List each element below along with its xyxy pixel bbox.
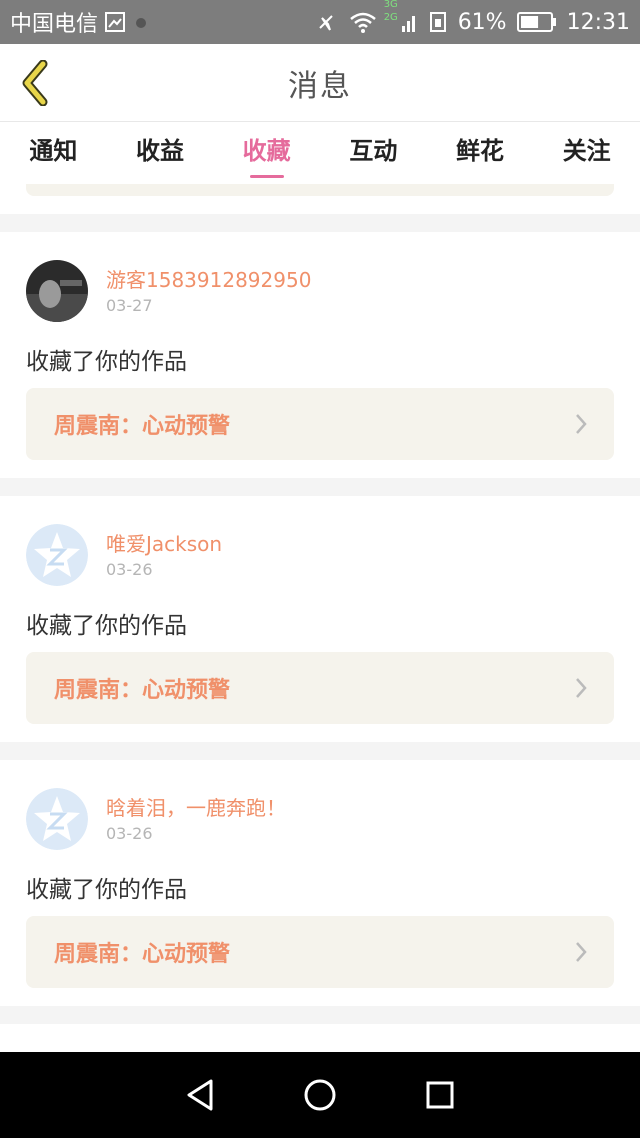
partial-card-bottom bbox=[0, 1024, 640, 1052]
tab-notifications[interactable]: 通知 bbox=[0, 122, 107, 184]
partial-work-link[interactable] bbox=[26, 184, 614, 196]
net-3g-label: 3G bbox=[383, 0, 398, 10]
username[interactable]: 唯爱Jackson bbox=[106, 528, 222, 557]
triangle-back-icon bbox=[187, 1079, 213, 1111]
nav-home-button[interactable] bbox=[300, 1075, 340, 1115]
list-item: 唯爱Jackson 03-26 收藏了你的作品 周震南：心动预警 bbox=[0, 496, 640, 742]
page-title: 消息 bbox=[288, 68, 352, 104]
chevron-right-icon bbox=[576, 942, 587, 962]
carrier-name: 中国电信 bbox=[10, 12, 99, 37]
message-feed[interactable]: 游客1583912892950 03-27 收藏了你的作品 周震南：心动预警 唯… bbox=[0, 184, 640, 1052]
username[interactable]: 晗着泪，一鹿奔跑！ bbox=[106, 792, 286, 821]
username[interactable]: 游客1583912892950 bbox=[106, 264, 311, 293]
tab-earnings[interactable]: 收益 bbox=[107, 122, 214, 184]
signal-icon: 3G 2G bbox=[384, 0, 418, 34]
carrier-group: 中国电信 bbox=[10, 6, 150, 38]
avatar[interactable] bbox=[26, 260, 88, 322]
tab-bar: 通知 收益 收藏 互动 鲜花 关注 bbox=[0, 122, 640, 184]
back-button[interactable] bbox=[14, 58, 58, 108]
nav-back-button[interactable] bbox=[180, 1075, 220, 1115]
list-item: 晗着泪，一鹿奔跑！ 03-26 收藏了你的作品 周震南：心动预警 bbox=[0, 760, 640, 1006]
chevron-right-icon bbox=[576, 414, 587, 434]
timestamp: 03-26 bbox=[106, 560, 153, 579]
action-text: 收藏了你的作品 bbox=[26, 349, 187, 375]
work-title: 周震南：心动预警 bbox=[54, 414, 231, 439]
wifi-icon bbox=[348, 10, 378, 34]
work-title: 周震南：心动预警 bbox=[54, 678, 231, 703]
square-recents-icon bbox=[426, 1081, 454, 1109]
system-nav-bar bbox=[0, 1052, 640, 1138]
default-star-avatar-icon bbox=[26, 788, 88, 850]
battery-percent: 61% bbox=[457, 9, 507, 35]
tab-interactions[interactable]: 互动 bbox=[320, 122, 427, 184]
partial-card-top bbox=[0, 184, 640, 214]
work-link[interactable]: 周震南：心动预警 bbox=[26, 388, 614, 460]
tab-flowers[interactable]: 鲜花 bbox=[427, 122, 534, 184]
timestamp: 03-27 bbox=[106, 296, 153, 315]
action-text: 收藏了你的作品 bbox=[26, 877, 187, 903]
status-bar: 中国电信 3G 2G 61% 12:31 bbox=[0, 0, 640, 44]
mute-icon bbox=[314, 10, 338, 34]
avatar[interactable] bbox=[26, 788, 88, 850]
work-link[interactable]: 周震南：心动预警 bbox=[26, 916, 614, 988]
status-right: 3G 2G 61% 12:31 bbox=[314, 0, 630, 35]
default-star-avatar-icon bbox=[26, 524, 88, 586]
battery-icon bbox=[516, 11, 557, 33]
chevron-left-icon bbox=[22, 60, 48, 106]
nav-recents-button[interactable] bbox=[420, 1075, 460, 1115]
work-title: 周震南：心动预警 bbox=[54, 942, 231, 967]
clock-time: 12:31 bbox=[566, 9, 630, 35]
action-text: 收藏了你的作品 bbox=[26, 613, 187, 639]
net-2g-label: 2G bbox=[383, 12, 398, 23]
page-header: 消息 bbox=[0, 44, 640, 122]
circle-home-icon bbox=[304, 1079, 336, 1111]
chevron-right-icon bbox=[576, 678, 587, 698]
image-icon bbox=[104, 11, 126, 33]
avatar[interactable] bbox=[26, 524, 88, 586]
list-item: 游客1583912892950 03-27 收藏了你的作品 周震南：心动预警 bbox=[0, 232, 640, 478]
work-link[interactable]: 周震南：心动预警 bbox=[26, 652, 614, 724]
sim-icon bbox=[428, 10, 448, 34]
timestamp: 03-26 bbox=[106, 824, 153, 843]
tab-favorites[interactable]: 收藏 bbox=[213, 122, 320, 184]
bug-icon bbox=[132, 13, 150, 31]
tab-follows[interactable]: 关注 bbox=[533, 122, 640, 184]
